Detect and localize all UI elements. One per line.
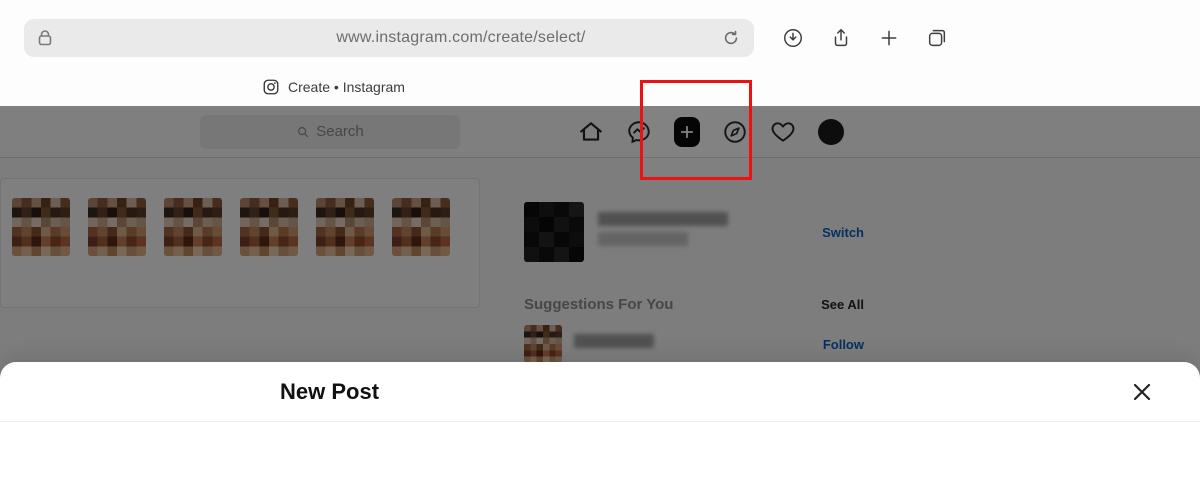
close-icon xyxy=(1130,380,1154,404)
url-text: www.instagram.com/create/select/ xyxy=(60,29,722,47)
show-tabs-button[interactable] xyxy=(918,19,956,57)
browser-url-bar: www.instagram.com/create/select/ xyxy=(0,16,1200,60)
browser-toolbar xyxy=(774,19,956,57)
share-button[interactable] xyxy=(822,19,860,57)
instagram-page: Search xyxy=(0,106,1200,500)
download-button[interactable] xyxy=(774,19,812,57)
new-post-sheet: New Post xyxy=(0,362,1200,500)
lock-icon xyxy=(38,30,52,46)
tab-title: Create • Instagram xyxy=(288,79,405,95)
instagram-favicon-icon xyxy=(262,78,280,96)
url-field[interactable]: www.instagram.com/create/select/ xyxy=(24,19,754,57)
annotation-highlight-box xyxy=(640,80,752,180)
reload-icon[interactable] xyxy=(722,29,740,47)
new-tab-button[interactable] xyxy=(870,19,908,57)
close-button[interactable] xyxy=(1124,374,1160,410)
sheet-title: New Post xyxy=(280,379,379,405)
browser-tab[interactable]: Create • Instagram xyxy=(0,70,1200,104)
sheet-header: New Post xyxy=(0,362,1200,422)
